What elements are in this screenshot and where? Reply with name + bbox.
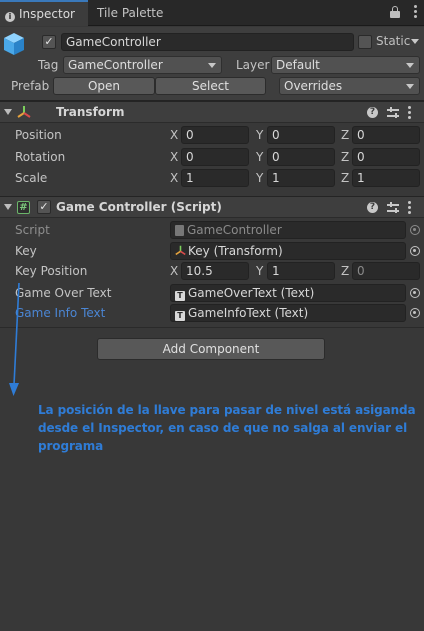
annotation-arrow	[9, 282, 20, 396]
annotation-text: La posición de la llave para pasar de ni…	[38, 403, 416, 453]
